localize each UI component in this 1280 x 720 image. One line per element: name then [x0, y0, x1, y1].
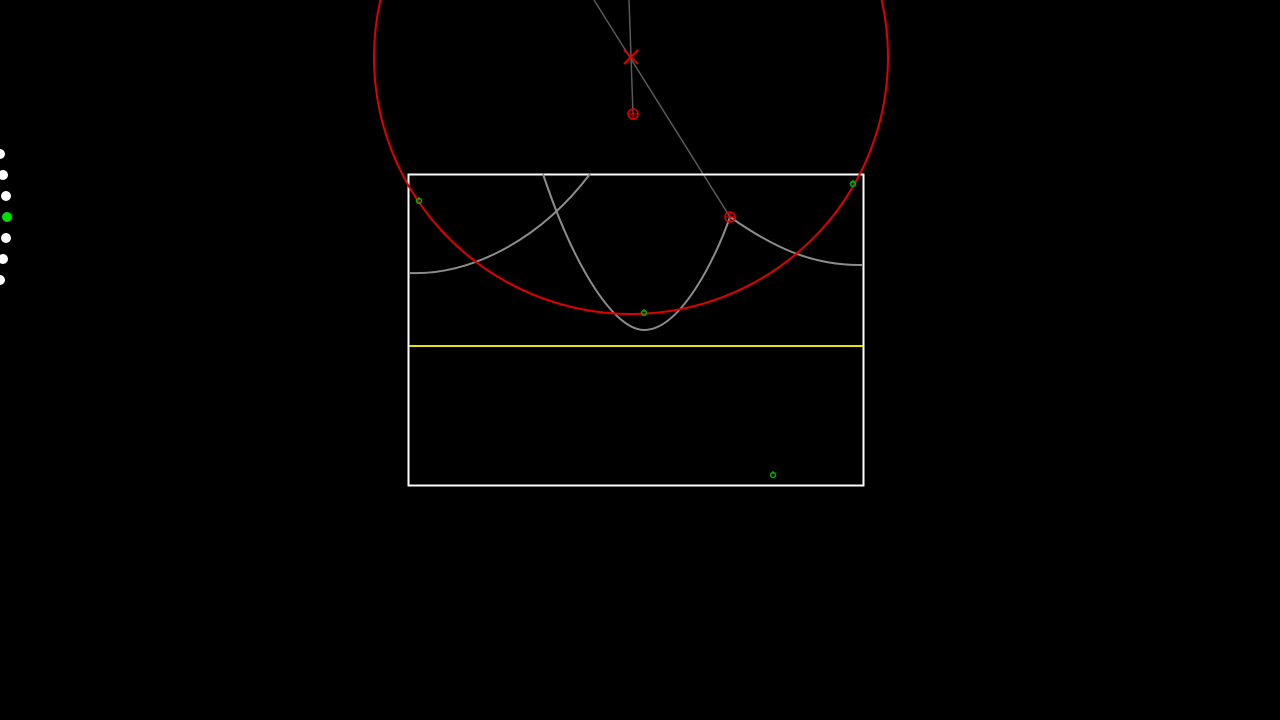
- play-area-frame: [407, 173, 865, 487]
- cursor-point-circle-plus-icon[interactable]: [724, 211, 736, 223]
- game-stage[interactable]: [0, 0, 1280, 720]
- level-dot-navigation: [0, 0, 20, 720]
- level-dot-3[interactable]: [1, 191, 11, 201]
- pivot-circle-plus-icon[interactable]: [627, 108, 639, 120]
- level-dot-6[interactable]: [0, 254, 8, 264]
- target-small-circle-icon[interactable]: [769, 471, 777, 479]
- geometry-scene[interactable]: [0, 0, 1280, 720]
- right-arc-curve: [729, 216, 864, 267]
- level-dot-5[interactable]: [1, 233, 11, 243]
- level-dot-4[interactable]: [2, 212, 12, 222]
- level-dot-7[interactable]: [0, 275, 5, 285]
- level-dot-1[interactable]: [0, 149, 5, 159]
- level-dot-2[interactable]: [0, 170, 8, 180]
- rotation-guide-line: [593, 0, 731, 218]
